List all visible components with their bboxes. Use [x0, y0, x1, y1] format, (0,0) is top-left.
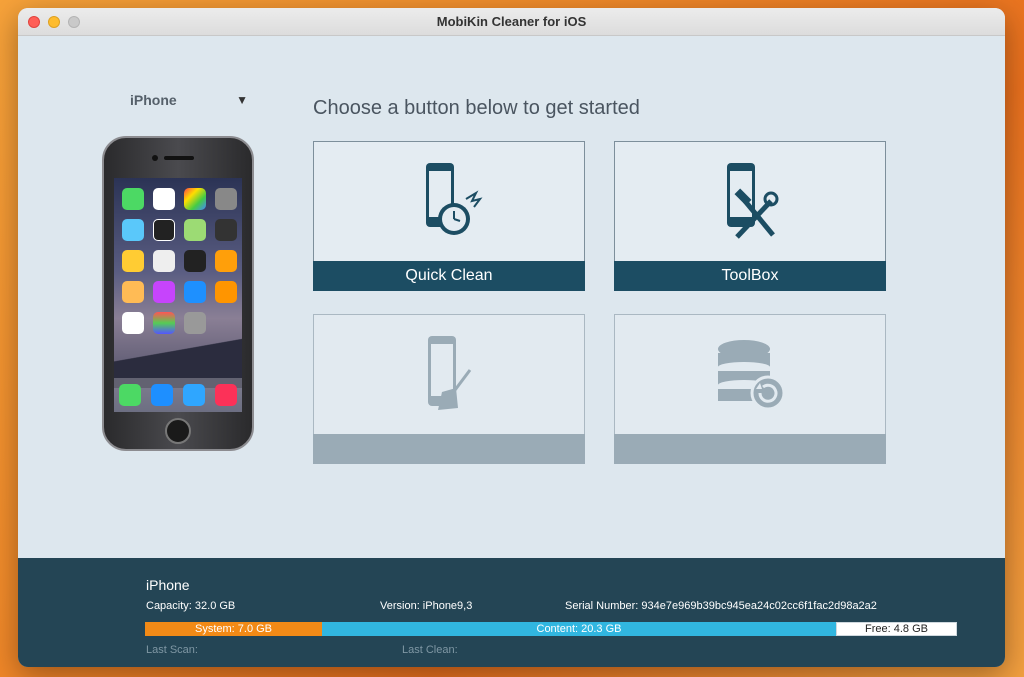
app-grid — [122, 188, 237, 334]
toolbox-label: ToolBox — [614, 261, 886, 291]
last-scan-text: Last Scan: — [146, 644, 198, 656]
phone-broom-icon — [428, 336, 472, 410]
title-bar: MobiKin Cleaner for iOS — [18, 8, 1005, 36]
window-title: MobiKin Cleaner for iOS — [436, 14, 587, 29]
storage-content-segment: Content: 20.3 GB — [322, 622, 836, 636]
quick-clean-label: Quick Clean — [313, 261, 585, 291]
phone-camera — [152, 155, 158, 161]
close-window-button[interactable] — [28, 16, 40, 28]
phone-tools-icon — [727, 163, 779, 239]
phone-cleaner-label — [313, 434, 585, 464]
page-heading: Choose a button below to get started — [313, 97, 640, 119]
window-controls — [28, 16, 80, 28]
phone-clock-icon — [426, 163, 483, 235]
storage-system-segment: System: 7.0 GB — [145, 622, 322, 636]
zoom-window-button[interactable] — [68, 16, 80, 28]
device-info-panel: iPhone Capacity: 32.0 GB Version: iPhone… — [18, 558, 1005, 667]
app-window: MobiKin Cleaner for iOS iPhone ▼ Choose … — [18, 8, 1005, 667]
capacity-text: Capacity: 32.0 GB — [146, 600, 236, 612]
database-restore-icon — [718, 340, 786, 411]
device-name: iPhone — [146, 577, 190, 593]
serial-number-text: Serial Number: 934e7e969b39bc945ea24c02c… — [565, 600, 877, 612]
database-restore-label — [614, 434, 886, 464]
storage-bar: System: 7.0 GB Content: 20.3 GB Free: 4.… — [145, 622, 957, 636]
phone-screen — [114, 178, 242, 412]
phone-dock — [114, 378, 242, 412]
phone-home-button — [165, 418, 191, 444]
minimize-window-button[interactable] — [48, 16, 60, 28]
storage-free-segment: Free: 4.8 GB — [836, 622, 957, 636]
phone-cleaner-tile[interactable] — [313, 314, 585, 464]
device-dropdown[interactable]: iPhone ▼ — [130, 90, 248, 110]
device-image — [102, 136, 254, 451]
toolbox-tile[interactable]: ToolBox — [614, 141, 886, 291]
database-restore-tile[interactable] — [614, 314, 886, 464]
device-dropdown-value: iPhone — [130, 92, 177, 108]
last-clean-text: Last Clean: — [402, 644, 458, 656]
dropdown-arrow-icon: ▼ — [236, 93, 248, 107]
version-text: Version: iPhone9,3 — [380, 600, 473, 612]
quick-clean-tile[interactable]: Quick Clean — [313, 141, 585, 291]
phone-speaker — [164, 156, 194, 160]
